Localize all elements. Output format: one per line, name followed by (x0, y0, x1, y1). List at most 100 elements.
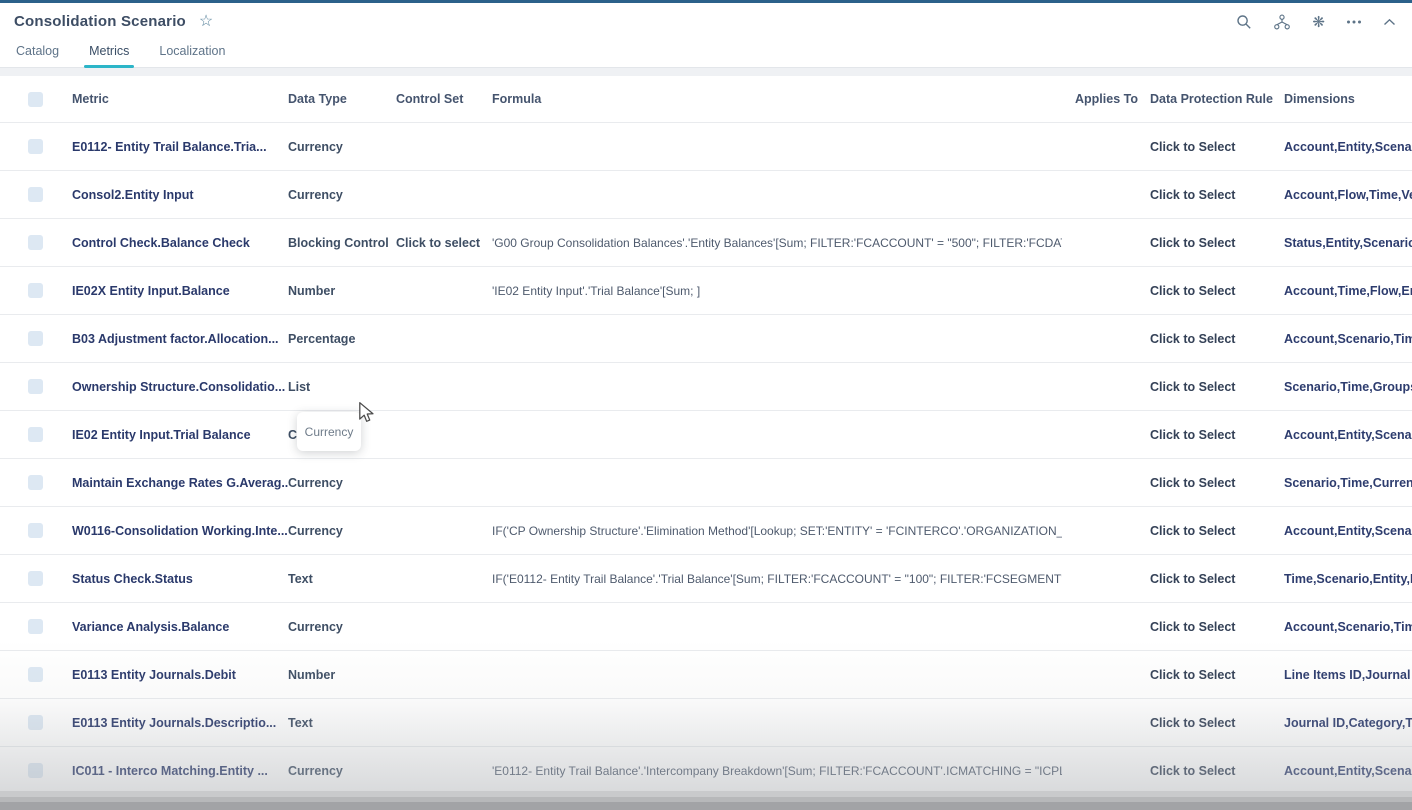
table-row[interactable]: IE02X Entity Input.Balance Number 'IE02 … (0, 267, 1412, 315)
data-type-tooltip: Currency (297, 412, 361, 451)
metric-name-cell[interactable]: E0113 Entity Journals.Debit (72, 668, 288, 682)
metric-name-cell[interactable]: E0113 Entity Journals.Descriptio... (72, 716, 288, 730)
data-protection-rule-cell[interactable]: Click to Select (1150, 332, 1284, 346)
formula-cell[interactable]: 'G00 Group Consolidation Balances'.'Enti… (492, 236, 1062, 250)
data-type-cell: Currency (288, 188, 396, 202)
data-type-cell: Currency (288, 476, 396, 490)
table-row[interactable]: B03 Adjustment factor.Allocation... Perc… (0, 315, 1412, 363)
page-title: Consolidation Scenario (14, 13, 186, 30)
table-row[interactable]: Variance Analysis.Balance Currency Click… (0, 603, 1412, 651)
metric-name-cell[interactable]: W0116-Consolidation Working.Inte... (72, 524, 288, 538)
tab-catalog[interactable]: Catalog (14, 42, 61, 67)
data-protection-rule-cell[interactable]: Click to Select (1150, 524, 1284, 538)
dimensions-cell: Time,Scenario,Entity,Line (1284, 572, 1412, 586)
dimensions-cell: Account,Flow,Time,Versio (1284, 188, 1412, 202)
table-row[interactable]: IC011 - Interco Matching.Entity ... Curr… (0, 747, 1412, 795)
table-row[interactable]: Maintain Exchange Rates G.Averag... Curr… (0, 459, 1412, 507)
row-checkbox[interactable] (28, 571, 43, 586)
formula-cell[interactable]: IF('CP Ownership Structure'.'Elimination… (492, 524, 1062, 538)
tab-metrics[interactable]: Metrics (87, 42, 131, 67)
column-header-dimensions[interactable]: Dimensions (1284, 92, 1412, 106)
dimensions-cell: Account,Entity,Scenario,T (1284, 140, 1412, 154)
data-protection-rule-cell[interactable]: Click to Select (1150, 428, 1284, 442)
table-row[interactable]: W0116-Consolidation Working.Inte... Curr… (0, 507, 1412, 555)
metric-name-cell[interactable]: Consol2.Entity Input (72, 188, 288, 202)
data-protection-rule-cell[interactable]: Click to Select (1150, 140, 1284, 154)
select-all-checkbox[interactable] (28, 92, 43, 107)
formula-cell[interactable]: 'E0112- Entity Trail Balance'.'Intercomp… (492, 764, 1062, 778)
row-checkbox[interactable] (28, 379, 43, 394)
horizontal-scrollbar[interactable] (0, 791, 1412, 810)
dimensions-cell: Status,Entity,Scenario,Tim (1284, 236, 1412, 250)
table-row[interactable]: Ownership Structure.Consolidatio... List… (0, 363, 1412, 411)
metric-name-cell[interactable]: Ownership Structure.Consolidatio... (72, 380, 288, 394)
metric-name-cell[interactable]: Variance Analysis.Balance (72, 620, 288, 634)
table-row[interactable]: E0113 Entity Journals.Debit Number Click… (0, 651, 1412, 699)
row-checkbox[interactable] (28, 619, 43, 634)
row-checkbox[interactable] (28, 331, 43, 346)
metric-name-cell[interactable]: Control Check.Balance Check (72, 236, 288, 250)
row-checkbox[interactable] (28, 715, 43, 730)
tab-strip: Catalog Metrics Localization (0, 40, 1412, 68)
row-checkbox[interactable] (28, 475, 43, 490)
data-protection-rule-cell[interactable]: Click to Select (1150, 284, 1284, 298)
data-protection-rule-cell[interactable]: Click to Select (1150, 716, 1284, 730)
column-header-data-protection-rule[interactable]: Data Protection Rule (1150, 92, 1284, 106)
table-row[interactable]: E0112- Entity Trail Balance.Tria... Curr… (0, 123, 1412, 171)
table-row[interactable]: IE02 Entity Input.Trial Balance Currency… (0, 411, 1412, 459)
column-header-control-set[interactable]: Control Set (396, 92, 492, 106)
row-checkbox[interactable] (28, 523, 43, 538)
settings-flower-icon[interactable]: ❋ (1312, 13, 1325, 31)
metric-name-cell[interactable]: IE02 Entity Input.Trial Balance (72, 428, 288, 442)
data-protection-rule-cell[interactable]: Click to Select (1150, 764, 1284, 778)
row-checkbox[interactable] (28, 235, 43, 250)
row-checkbox[interactable] (28, 187, 43, 202)
data-protection-rule-cell[interactable]: Click to Select (1150, 476, 1284, 490)
row-checkbox[interactable] (28, 283, 43, 298)
metric-name-cell[interactable]: Maintain Exchange Rates G.Averag... (72, 476, 288, 490)
data-protection-rule-cell[interactable]: Click to Select (1150, 236, 1284, 250)
metric-name-cell[interactable]: Status Check.Status (72, 572, 288, 586)
table-row[interactable]: Consol2.Entity Input Currency Click to S… (0, 171, 1412, 219)
column-header-applies-to[interactable]: Applies To (1062, 92, 1150, 106)
row-checkbox[interactable] (28, 139, 43, 154)
data-protection-rule-cell[interactable]: Click to Select (1150, 380, 1284, 394)
formula-cell[interactable]: 'IE02 Entity Input'.'Trial Balance'[Sum;… (492, 284, 1062, 298)
data-type-cell: Currency (288, 524, 396, 538)
dimensions-cell: Account,Scenario,Time,E (1284, 620, 1412, 634)
metric-name-cell[interactable]: IC011 - Interco Matching.Entity ... (72, 764, 288, 778)
table-header-row: Metric Data Type Control Set Formula App… (0, 76, 1412, 123)
more-ellipsis-icon[interactable] (1346, 19, 1362, 25)
data-protection-rule-cell[interactable]: Click to Select (1150, 668, 1284, 682)
data-type-cell: Currency (288, 140, 396, 154)
row-checkbox[interactable] (28, 667, 43, 682)
hierarchy-icon[interactable] (1273, 14, 1291, 30)
row-checkbox[interactable] (28, 427, 43, 442)
column-header-formula[interactable]: Formula (492, 92, 1062, 106)
table-row[interactable]: Control Check.Balance Check Blocking Con… (0, 219, 1412, 267)
data-protection-rule-cell[interactable]: Click to Select (1150, 620, 1284, 634)
collapse-chevron-icon[interactable] (1383, 18, 1396, 26)
column-header-data-type[interactable]: Data Type (288, 92, 396, 106)
data-protection-rule-cell[interactable]: Click to Select (1150, 188, 1284, 202)
dimensions-cell: Account,Entity,Scenario,T (1284, 524, 1412, 538)
metric-name-cell[interactable]: E0112- Entity Trail Balance.Tria... (72, 140, 288, 154)
table-row[interactable]: Status Check.Status Text IF('E0112- Enti… (0, 555, 1412, 603)
tab-localization[interactable]: Localization (157, 42, 227, 67)
control-set-cell[interactable]: Click to select (396, 236, 492, 250)
column-header-metric[interactable]: Metric (72, 92, 288, 106)
dimensions-cell: Line Items ID,Journal ID, (1284, 668, 1412, 682)
metric-name-cell[interactable]: B03 Adjustment factor.Allocation... (72, 332, 288, 346)
data-protection-rule-cell[interactable]: Click to Select (1150, 572, 1284, 586)
table-row[interactable]: E0113 Entity Journals.Descriptio... Text… (0, 699, 1412, 747)
formula-cell[interactable]: IF('E0112- Entity Trail Balance'.'Trial … (492, 572, 1062, 586)
row-checkbox[interactable] (28, 763, 43, 778)
dimensions-cell: Scenario,Time,Currency R (1284, 476, 1412, 490)
data-type-cell: Currency (288, 764, 396, 778)
favorite-star-icon[interactable]: ☆ (199, 14, 213, 30)
tab-content-divider (0, 68, 1412, 76)
search-icon[interactable] (1236, 14, 1252, 30)
dimensions-cell: Account,Entity,Scenario,T (1284, 428, 1412, 442)
data-type-cell: Number (288, 284, 396, 298)
metric-name-cell[interactable]: IE02X Entity Input.Balance (72, 284, 288, 298)
